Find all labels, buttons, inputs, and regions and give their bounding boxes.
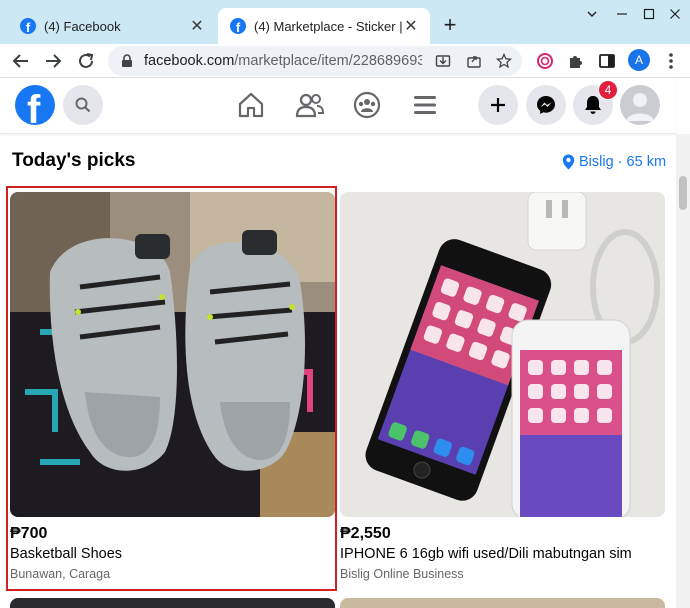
listing-price: ₱2,550 (340, 525, 391, 542)
forward-arrow-icon[interactable] (41, 49, 65, 73)
tab-title: (4) Facebook (44, 18, 121, 34)
facebook-favicon-icon: f (20, 18, 36, 34)
lock-icon (122, 54, 132, 67)
bell-icon (585, 96, 601, 114)
listing-price: ₱700 (10, 525, 48, 542)
address-bar[interactable]: facebook.com/marketplace/item/228689693.… (108, 46, 522, 76)
minimize-button[interactable] (607, 4, 637, 24)
nav-menu[interactable] (405, 87, 445, 123)
close-tab-icon[interactable]: ✕ (188, 17, 206, 35)
chevron-down-icon[interactable] (577, 4, 607, 24)
browser-tab-strip: f (4) Facebook ✕ f (4) Marketplace - Sti… (0, 0, 690, 44)
facebook-favicon-icon: f (230, 18, 246, 34)
location-pin-icon (562, 154, 575, 170)
create-icon (491, 98, 505, 112)
listing-photo[interactable] (340, 192, 665, 517)
tab-marketplace[interactable]: f (4) Marketplace - Sticker | Fa ✕ (218, 8, 430, 44)
listing-photo[interactable] (10, 192, 335, 517)
search-icon (75, 97, 91, 113)
profile-avatar-button[interactable]: A (628, 49, 650, 71)
star-icon[interactable] (494, 51, 514, 71)
browser-toolbar: facebook.com/marketplace/item/228689693.… (0, 44, 690, 78)
back-arrow-icon[interactable] (9, 49, 33, 73)
facebook-header: f 4 (0, 78, 676, 134)
listing-location: Bunawan, Caraga (10, 567, 111, 581)
listing-title[interactable]: IPHONE 6 16gb wifi used/Dili mabutngan s… (340, 546, 632, 562)
friends-icon (295, 93, 325, 118)
groups-icon (353, 91, 381, 119)
messenger-button[interactable] (526, 85, 566, 125)
create-button[interactable] (478, 85, 518, 125)
notification-badge: 4 (598, 80, 618, 100)
new-tab-button[interactable]: + (437, 12, 463, 38)
facebook-logo[interactable]: f (15, 85, 55, 125)
close-window-button[interactable] (660, 4, 690, 24)
account-avatar[interactable] (620, 85, 660, 125)
share-icon[interactable] (464, 51, 484, 71)
nav-groups[interactable] (347, 87, 387, 123)
menu-icon (414, 96, 436, 114)
location-filter[interactable]: Bislig · 65 km (562, 154, 666, 170)
nav-friends[interactable] (290, 87, 330, 123)
nav-home[interactable] (231, 87, 271, 123)
install-app-icon[interactable] (433, 51, 453, 71)
listing-title[interactable]: Basketball Shoes (10, 546, 122, 562)
side-panel-icon[interactable] (596, 50, 618, 72)
scrollbar-thumb[interactable] (679, 176, 687, 210)
extension-circle-icon[interactable] (534, 50, 556, 72)
url-text: facebook.com/marketplace/item/228689693.… (144, 53, 422, 69)
location-label: Bislig · 65 km (579, 154, 667, 170)
section-title: Today's picks (12, 150, 136, 171)
messenger-icon (537, 96, 555, 114)
reload-icon[interactable] (74, 49, 98, 73)
home-icon (238, 92, 264, 118)
close-tab-icon[interactable]: ✕ (402, 17, 420, 35)
more-menu-icon[interactable] (660, 50, 682, 72)
page-scrollbar[interactable] (676, 134, 690, 608)
puzzle-icon[interactable] (565, 50, 587, 72)
next-listing-photo[interactable] (10, 598, 335, 608)
tab-facebook[interactable]: f (4) Facebook ✕ (8, 8, 216, 44)
listing-location: Bislig Online Business (340, 567, 464, 581)
search-button[interactable] (63, 85, 103, 125)
next-listing-photo[interactable] (340, 598, 665, 608)
tab-title: (4) Marketplace - Sticker | Fa (254, 18, 402, 34)
